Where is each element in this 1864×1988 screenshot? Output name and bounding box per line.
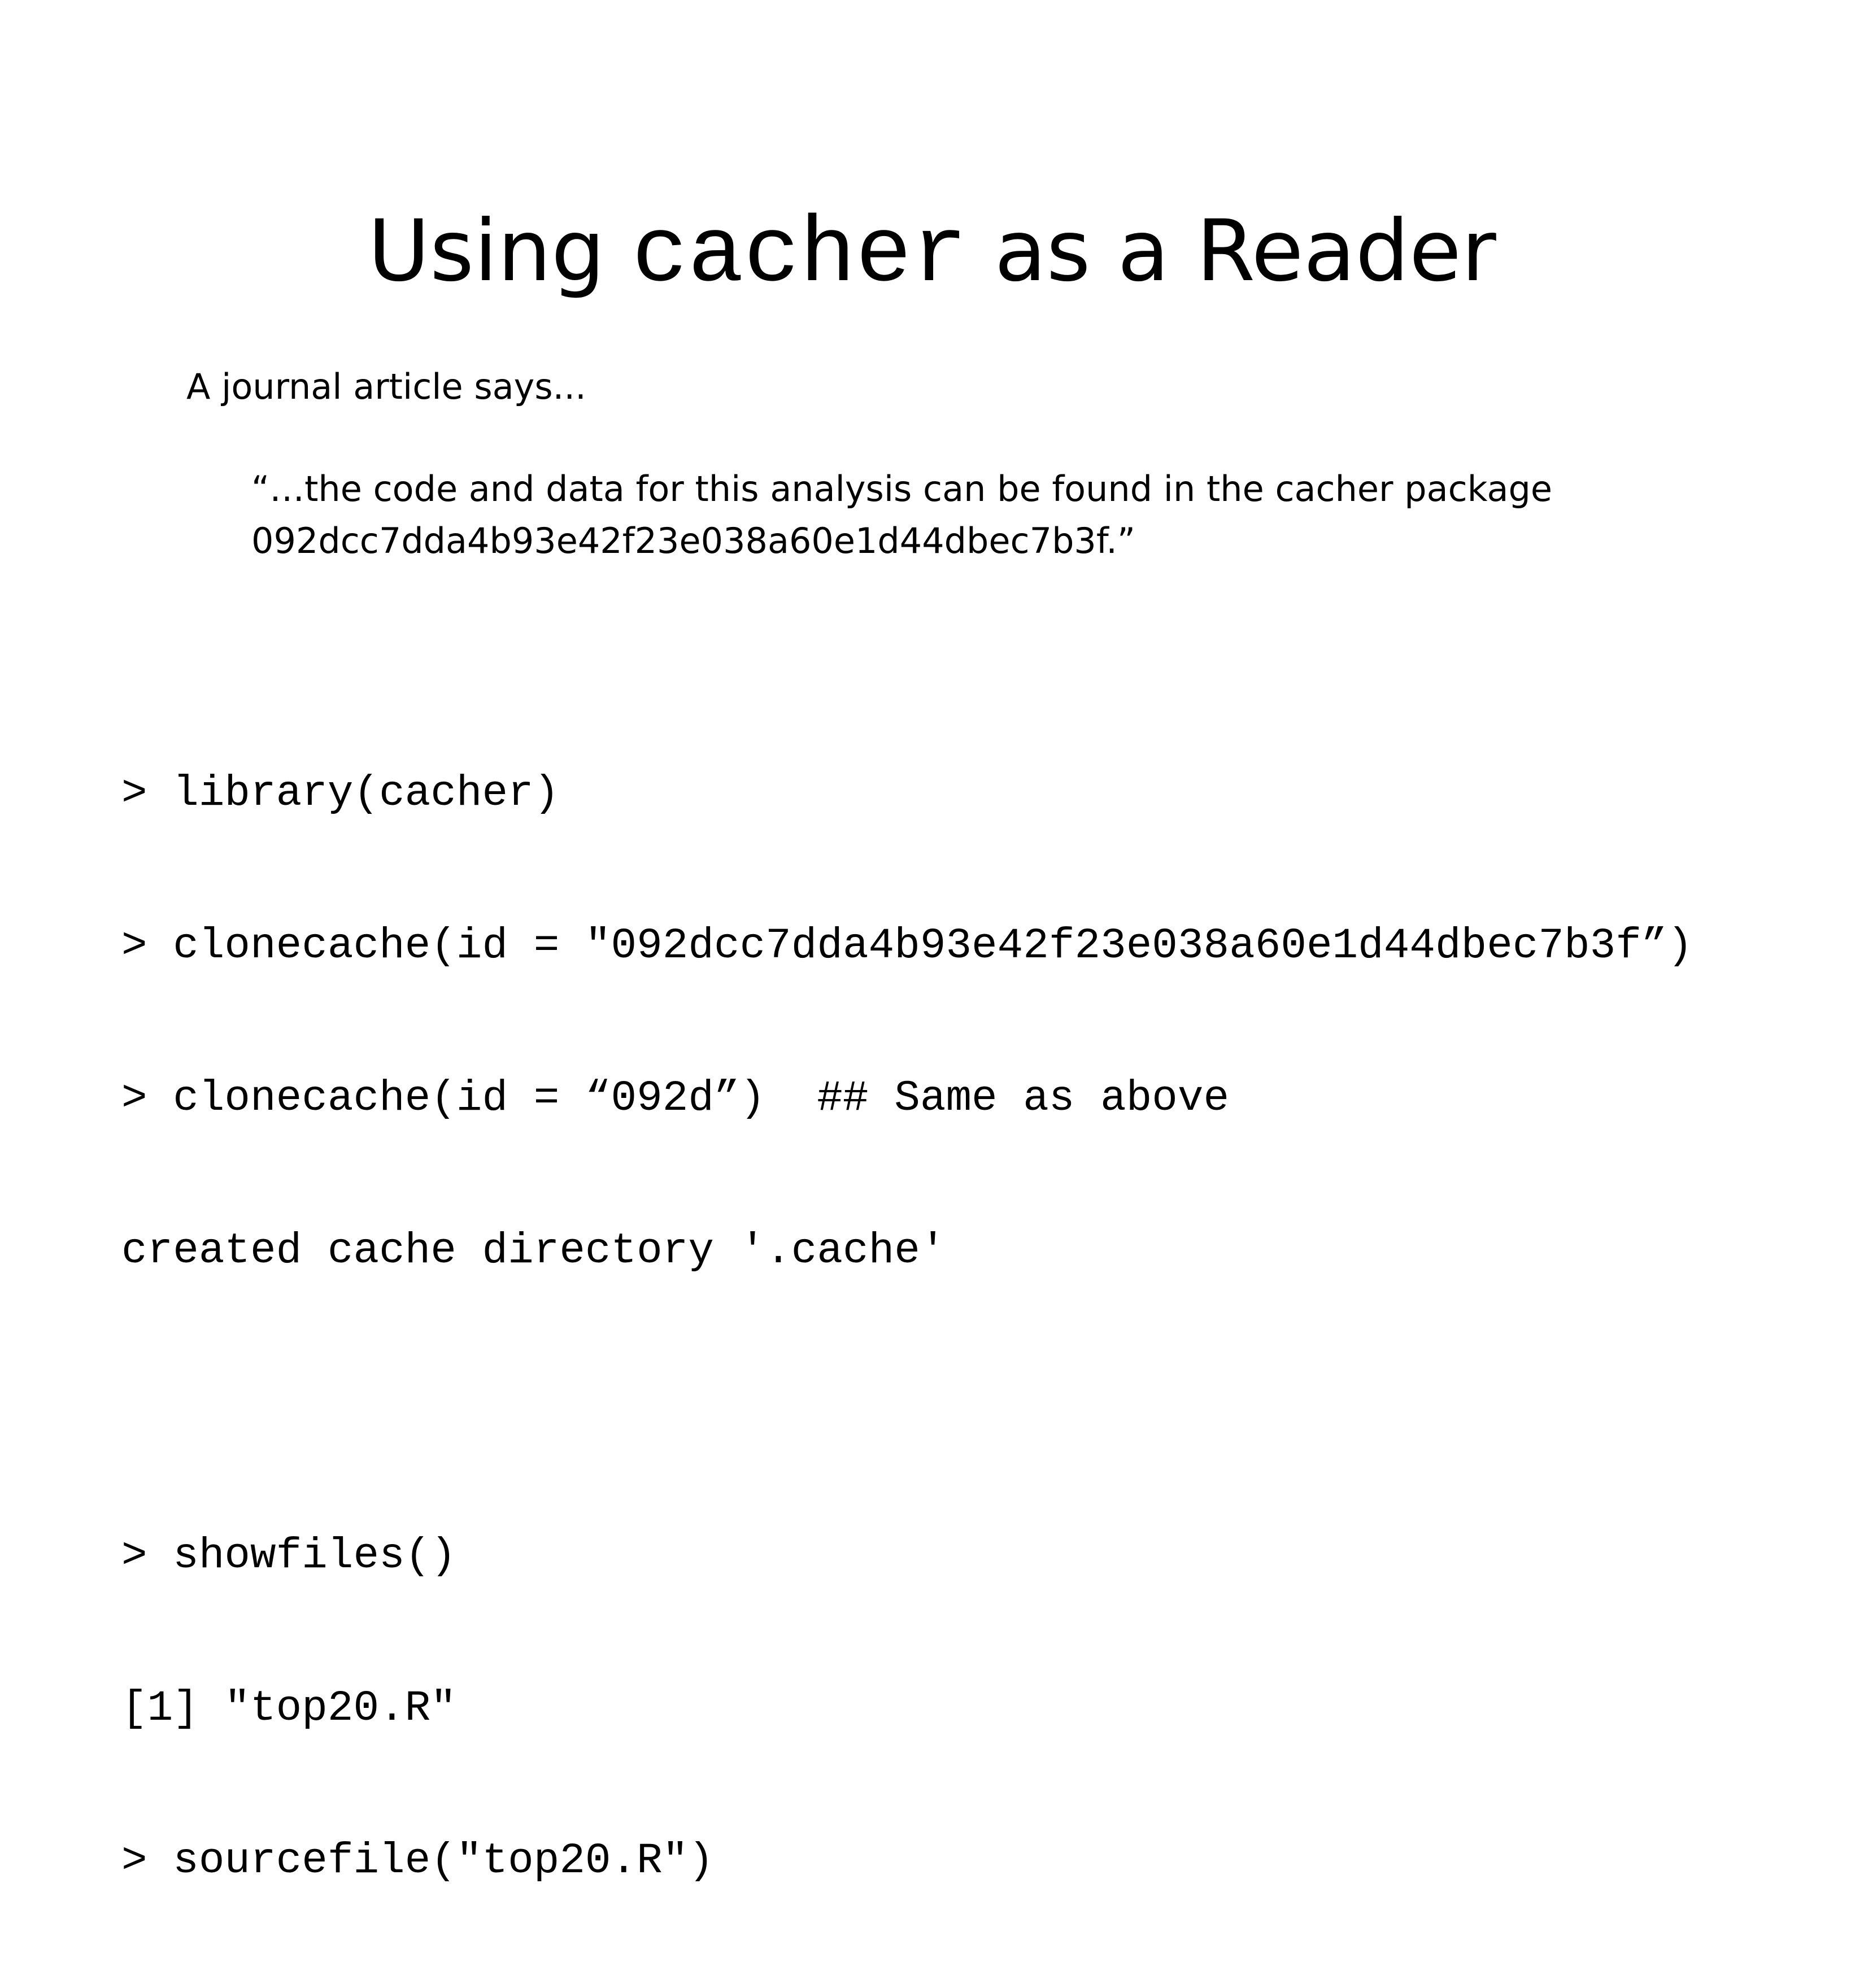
journal-quote: “…the code and data for this analysis ca… xyxy=(251,463,1552,567)
quote-line-1: “…the code and data for this analysis ca… xyxy=(251,468,1552,509)
code-line-sourcefile: > sourcefile("top20.R") xyxy=(121,1837,714,1885)
code-line-library: > library(cacher) xyxy=(121,769,560,818)
quote-line-2: 092dcc7dda4b93e42f23e038a60e1d44dbec7b3f… xyxy=(251,520,1136,561)
code-line-output-created: created cache directory '.cache' xyxy=(121,1227,946,1275)
code-line-output-files: [1] "top20.R" xyxy=(121,1684,456,1733)
r-console-code: > library(cacher) > clonecache(id = "092… xyxy=(121,666,1693,1988)
slide-title: Using cacher as a Reader xyxy=(0,195,1864,312)
title-code-cacher: cacher xyxy=(632,203,968,308)
code-line-clonecache-short: > clonecache(id = “092d”) ## Same as abo… xyxy=(121,1074,1230,1123)
code-line-showfiles: > showfiles() xyxy=(121,1532,456,1580)
title-text-before: Using xyxy=(368,202,632,300)
intro-text: A journal article says... xyxy=(186,366,586,407)
title-text-after: as a Reader xyxy=(967,202,1496,300)
slide: Using cacher as a Reader A journal artic… xyxy=(0,0,1864,1885)
code-line-clonecache-full: > clonecache(id = "092dcc7dda4b93e42f23e… xyxy=(121,922,1693,970)
